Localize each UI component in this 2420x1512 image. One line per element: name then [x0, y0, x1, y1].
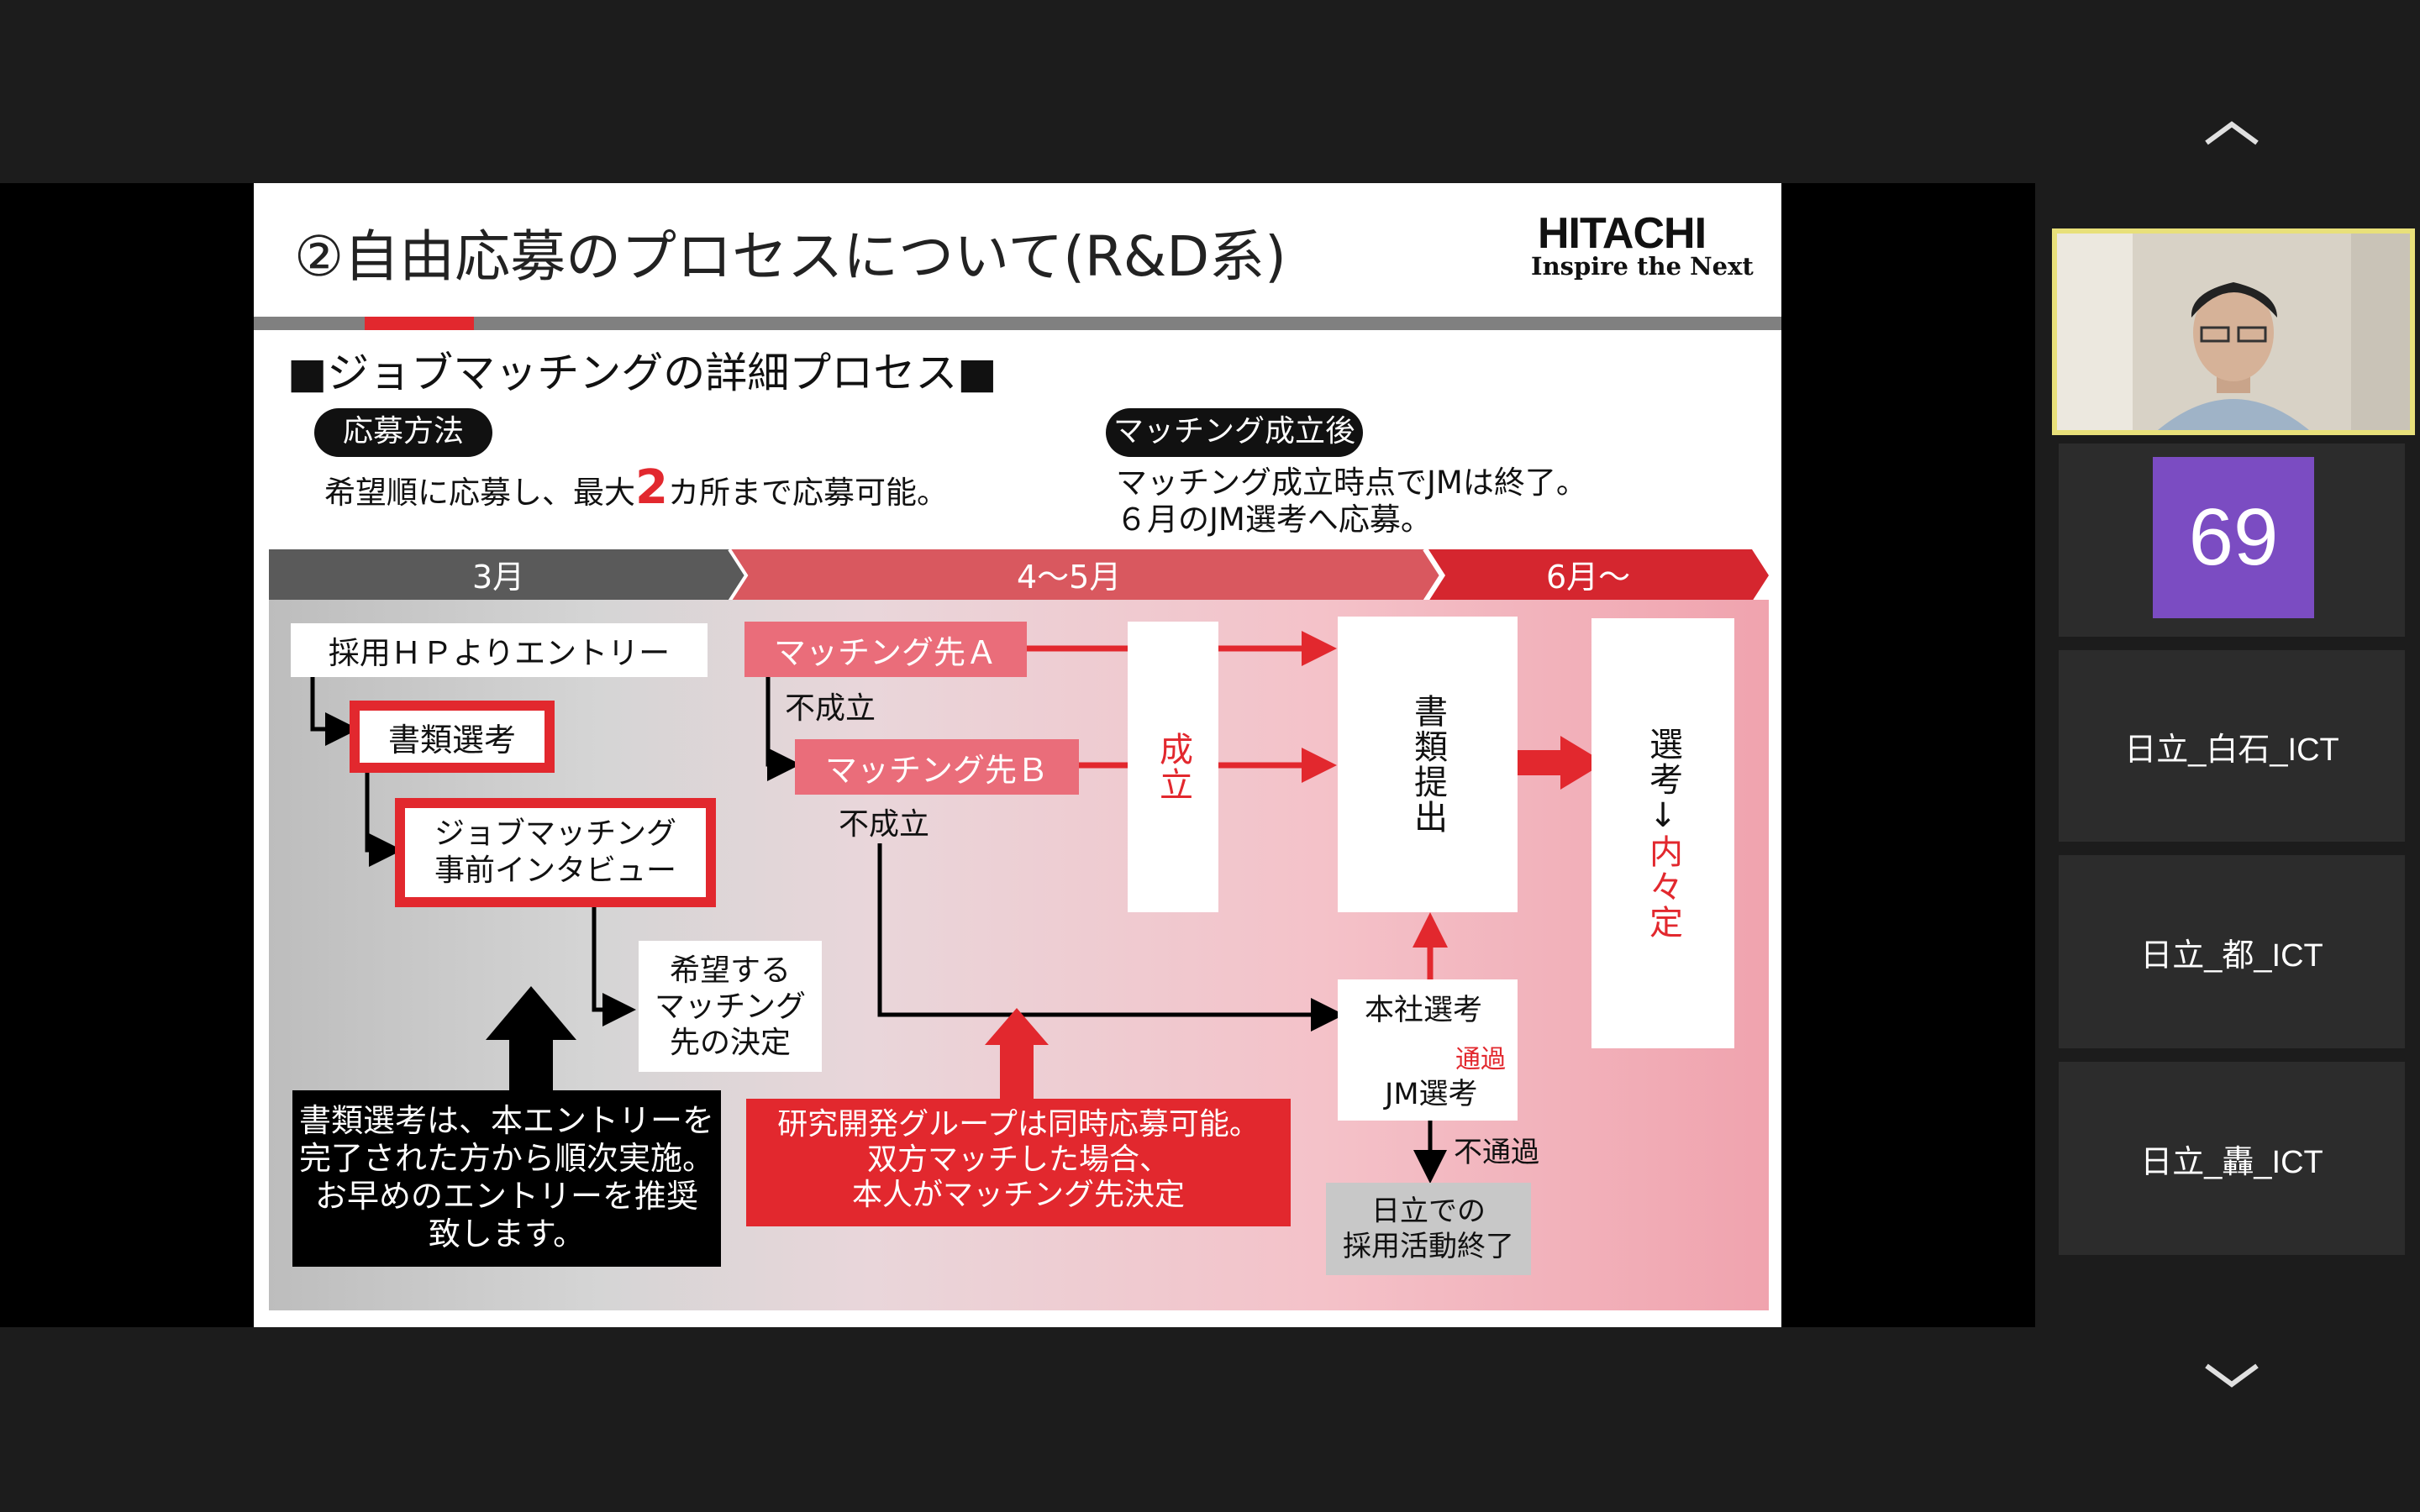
participant-tile-count[interactable]: 69 — [2059, 444, 2405, 637]
rd-group-note: 研究開発グループは同時応募可能。 双方マッチした場合、 本人がマッチング先決定 — [746, 1099, 1291, 1226]
matching-b-box: マッチング先Ｂ — [795, 739, 1079, 795]
pre-interview-line2: 事前インタビュー — [434, 853, 676, 888]
scroll-up-icon[interactable] — [2198, 116, 2265, 150]
hq-selection-label: 本社選考 — [1365, 994, 1483, 1027]
participant-tile[interactable]: 日立_都_ICT — [2059, 855, 2405, 1048]
selection-arrow: ↓ — [1649, 796, 1677, 835]
submit-docs-box: 書類提出 — [1338, 617, 1518, 912]
participant-name: 日立_轟_ICT — [2140, 1144, 2323, 1180]
success-label: 成立 — [1154, 732, 1192, 802]
not-pass-label: 不通過 — [1454, 1136, 1539, 1169]
presentation-slide: ②自由応募のプロセスについて(R&D系) HITACHI Inspire the… — [254, 183, 1781, 1327]
fail-label-1: 不成立 — [785, 691, 876, 726]
participant-name: 日立_白石_ICT — [2124, 732, 2339, 768]
selection-label: 選考 — [1644, 727, 1682, 797]
decide-matching-box: 希望する マッチング 先の決定 — [639, 941, 822, 1072]
participant-video — [2057, 234, 2410, 430]
active-speaker-tile[interactable] — [2052, 228, 2415, 435]
submit-docs-label: 書類提出 — [1408, 694, 1447, 835]
doc-screening-note: 書類選考は、本エントリーを 完了された方から順次実施。 お早めのエントリーを推奨… — [292, 1090, 721, 1267]
participant-name: 日立_都_ICT — [2140, 937, 2323, 974]
doc-screening-box: 書類選考 — [350, 701, 555, 773]
pre-interview-line1: ジョブマッチング — [434, 816, 676, 851]
jm-selection-label: JM選考 — [1385, 1078, 1478, 1111]
matching-a-box: マッチング先Ａ — [744, 622, 1027, 677]
participant-tile[interactable]: 日立_白石_ICT — [2059, 650, 2405, 842]
final-selection-box: 選考 ↓ 内々定 — [1591, 618, 1734, 1048]
scroll-down-icon[interactable] — [2198, 1359, 2265, 1393]
success-box: 成立 — [1128, 622, 1218, 912]
hiring-end-box: 日立での 採用活動終了 — [1326, 1183, 1531, 1275]
pre-interview-box: ジョブマッチング 事前インタビュー — [395, 798, 716, 907]
hq-selection-box: 本社選考 通過 JM選考 — [1338, 979, 1518, 1121]
participant-count-badge: 69 — [2153, 457, 2314, 618]
fail-label-2: 不成立 — [839, 807, 930, 842]
entry-box: 採用ＨＰよりエントリー — [291, 623, 708, 677]
participant-tile[interactable]: 日立_轟_ICT — [2059, 1062, 2405, 1255]
offer-label: 内々定 — [1644, 834, 1682, 940]
